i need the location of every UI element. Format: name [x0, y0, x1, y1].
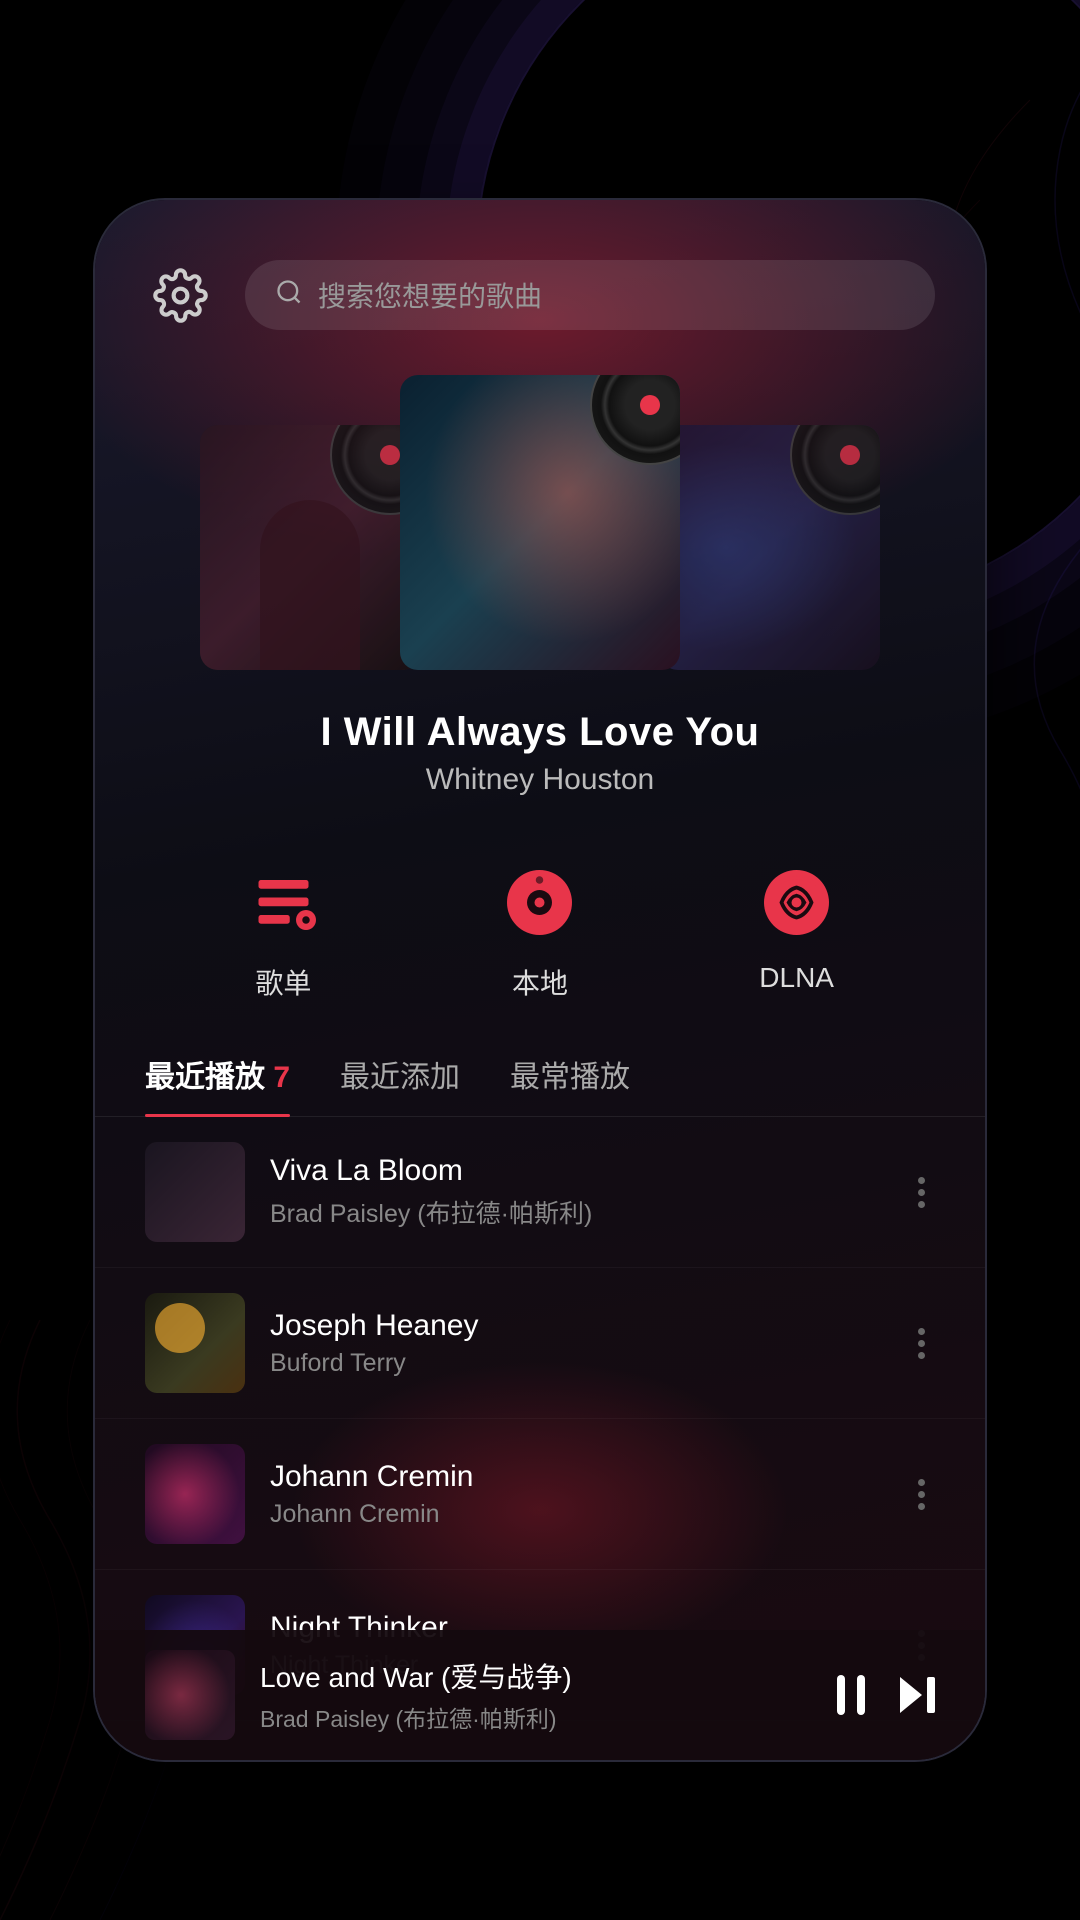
song-artist-3: Johann Cremin — [270, 1500, 883, 1529]
tab-added[interactable]: 最近添加 — [340, 1052, 460, 1116]
song-thumb-1 — [145, 1142, 245, 1242]
dlna-icon-container — [752, 857, 842, 947]
search-input[interactable]: 搜索您想要的歌曲 — [318, 275, 542, 315]
header: 搜索您想要的歌曲 — [95, 200, 985, 360]
tab-frequent[interactable]: 最常播放 — [510, 1052, 630, 1116]
gear-icon — [153, 268, 208, 323]
nav-label-dlna: DLNA — [759, 962, 834, 994]
featured-song-title: I Will Always Love You — [95, 710, 985, 755]
song-artist-1: Brad Paisley (布拉德·帕斯利) — [270, 1194, 883, 1230]
album-carousel — [95, 360, 985, 680]
local-icon-container — [495, 857, 585, 947]
nav-item-local[interactable]: 本地 — [495, 857, 585, 1002]
tab-recent[interactable]: 最近播放 7 — [145, 1052, 290, 1116]
next-triangle — [900, 1677, 922, 1713]
song-title-3: Johann Cremin — [270, 1460, 883, 1494]
phone-content: 搜索您想要的歌曲 I Will Always Love You — [95, 200, 985, 1760]
bar-info: Love and War (爱与战争) Brad Paisley (布拉德·帕斯… — [260, 1656, 812, 1734]
dlna-icon — [759, 865, 834, 940]
song-item-3[interactable]: Johann Cremin Johann Cremin — [95, 1419, 985, 1570]
next-bar — [927, 1677, 935, 1713]
song-item-1[interactable]: Viva La Bloom Brad Paisley (布拉德·帕斯利) — [95, 1117, 985, 1268]
nav-item-playlist[interactable]: 歌单 — [238, 857, 328, 1002]
now-playing-bar[interactable]: Love and War (爱与战争) Brad Paisley (布拉德·帕斯… — [95, 1630, 985, 1760]
album-card-left[interactable] — [200, 425, 420, 670]
nav-icons: 歌单 本地 — [95, 807, 985, 1022]
album-card-center[interactable] — [400, 375, 680, 670]
tabs-bar: 最近播放 7 最近添加 最常播放 — [95, 1022, 985, 1117]
nav-item-dlna[interactable]: DLNA — [752, 857, 842, 1002]
album-card-right[interactable] — [660, 425, 880, 670]
bar-song-title: Love and War (爱与战争) — [260, 1656, 812, 1696]
bar-thumb-image — [145, 1650, 235, 1740]
search-icon — [275, 278, 303, 313]
next-button[interactable] — [900, 1677, 935, 1713]
song-title-2: Joseph Heaney — [270, 1309, 883, 1343]
song-info-1: Viva La Bloom Brad Paisley (布拉德·帕斯利) — [270, 1154, 883, 1230]
song-title-1: Viva La Bloom — [270, 1154, 883, 1188]
song-item-2[interactable]: Joseph Heaney Buford Terry — [95, 1268, 985, 1419]
settings-button[interactable] — [145, 260, 215, 330]
nav-label-local: 本地 — [512, 962, 568, 1002]
pause-bar-left — [837, 1675, 845, 1715]
play-pause-button[interactable] — [837, 1675, 865, 1715]
song-thumb-2 — [145, 1293, 245, 1393]
bar-thumbnail — [145, 1650, 235, 1740]
phone-shell: 搜索您想要的歌曲 I Will Always Love You — [95, 200, 985, 1760]
now-playing-info: I Will Always Love You Whitney Houston — [95, 680, 985, 807]
nav-label-playlist: 歌单 — [255, 962, 311, 1002]
song-info-2: Joseph Heaney Buford Terry — [270, 1309, 883, 1378]
song-info-3: Johann Cremin Johann Cremin — [270, 1460, 883, 1529]
bar-song-artist: Brad Paisley (布拉德·帕斯利) — [260, 1700, 812, 1734]
search-bar[interactable]: 搜索您想要的歌曲 — [245, 260, 935, 330]
more-button-2[interactable] — [908, 1318, 935, 1369]
featured-song-artist: Whitney Houston — [95, 763, 985, 797]
bar-controls — [837, 1675, 935, 1715]
song-artist-2: Buford Terry — [270, 1349, 883, 1378]
playlist-icon — [246, 865, 321, 940]
pause-bar-right — [857, 1675, 865, 1715]
more-button-1[interactable] — [908, 1167, 935, 1218]
playlist-icon-container — [238, 857, 328, 947]
song-thumb-3 — [145, 1444, 245, 1544]
local-icon — [502, 865, 577, 940]
more-button-3[interactable] — [908, 1469, 935, 1520]
